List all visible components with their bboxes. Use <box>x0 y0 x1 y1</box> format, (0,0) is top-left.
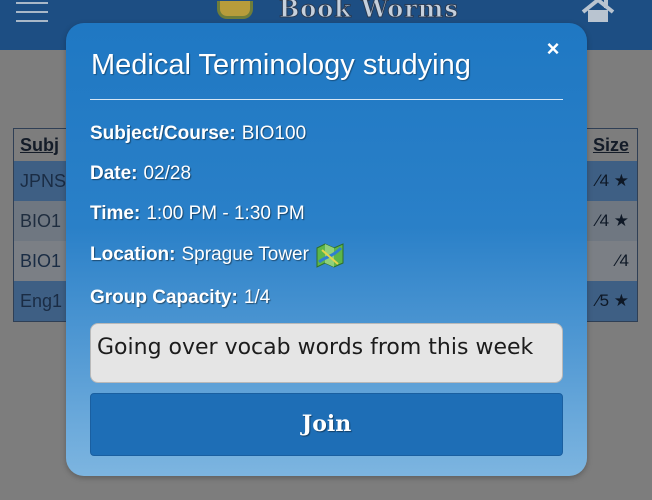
row-size: ⁄4 <box>616 251 629 270</box>
join-button[interactable]: Join <box>90 393 563 456</box>
capacity-detail: Group Capacity: 1/4 <box>90 287 270 309</box>
home-icon[interactable] <box>580 0 616 22</box>
row-subject: BIO1 <box>20 250 62 271</box>
row-size: ⁄4 ★ <box>596 171 629 190</box>
study-group-modal: × Medical Terminology studying Subject/C… <box>66 23 587 476</box>
modal-title: Medical Terminology studying <box>91 49 471 81</box>
row-subject: JPNS <box>20 170 67 191</box>
subject-value: BIO100 <box>241 123 307 144</box>
subject-detail: Subject/Course: BIO100 <box>90 123 306 145</box>
row-size: ⁄4 ★ <box>596 211 629 230</box>
row-subject: Eng1 <box>20 290 63 311</box>
map-icon[interactable] <box>316 242 344 268</box>
time-detail: Time: 1:00 PM - 1:30 PM <box>90 203 305 225</box>
capacity-label: Group Capacity: <box>90 287 238 308</box>
row-size: ⁄5 ★ <box>596 291 629 310</box>
time-label: Time: <box>90 203 141 224</box>
app-logo[interactable]: Book Worms <box>205 0 459 23</box>
subject-label: Subject/Course: <box>90 123 236 144</box>
date-value: 02/28 <box>143 163 192 184</box>
column-header-subject[interactable]: Subj <box>20 135 59 156</box>
brand-name: Book Worms <box>279 0 459 23</box>
capacity-value: 1/4 <box>243 287 271 308</box>
time-value: 1:00 PM - 1:30 PM <box>146 203 305 224</box>
location-detail: Location: Sprague Tower <box>90 242 344 268</box>
title-divider <box>90 99 563 100</box>
date-detail: Date: 02/28 <box>90 163 191 185</box>
location-label: Location: <box>90 244 176 265</box>
close-icon[interactable]: × <box>543 38 563 60</box>
date-label: Date: <box>90 163 138 184</box>
bookworm-logo-icon <box>205 0 265 21</box>
column-header-size[interactable]: Size <box>593 135 629 156</box>
hamburger-menu-icon[interactable] <box>16 2 48 22</box>
location-value: Sprague Tower <box>181 244 309 265</box>
row-subject: BIO1 <box>20 210 62 231</box>
group-description: Going over vocab words from this week <box>90 323 563 383</box>
